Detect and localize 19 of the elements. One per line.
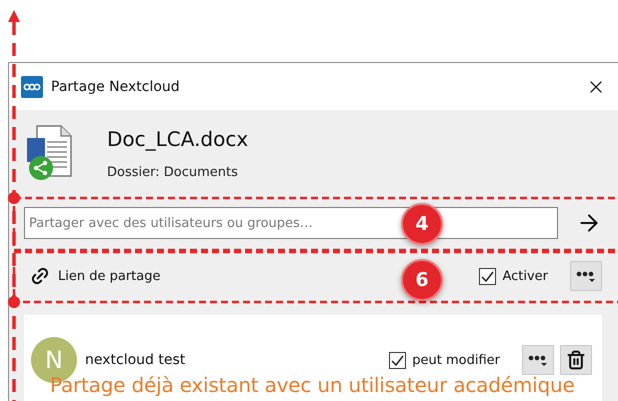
permission-label: peut modifier (412, 352, 500, 368)
shared-document-icon (25, 124, 73, 182)
share-link-label: Lien de partage (58, 268, 160, 284)
delete-button[interactable] (560, 345, 592, 375)
more-icon (576, 269, 596, 283)
checkbox[interactable] (389, 352, 406, 368)
file-name: Doc_LCA.docx (107, 126, 248, 150)
checkbox[interactable] (479, 268, 496, 284)
trash-icon (566, 350, 586, 370)
enable-label: Activer (502, 268, 548, 284)
folder-label: Dossier: Documents (107, 164, 239, 180)
annotation-dot (8, 296, 20, 308)
cloud-logo-icon (21, 76, 43, 98)
more-button[interactable] (570, 261, 602, 291)
annotation-dot (8, 192, 20, 204)
user-name: nextcloud test (85, 352, 186, 368)
more-icon (528, 353, 548, 367)
window-title: Partage Nextcloud (51, 78, 181, 94)
more-button[interactable] (522, 345, 554, 375)
